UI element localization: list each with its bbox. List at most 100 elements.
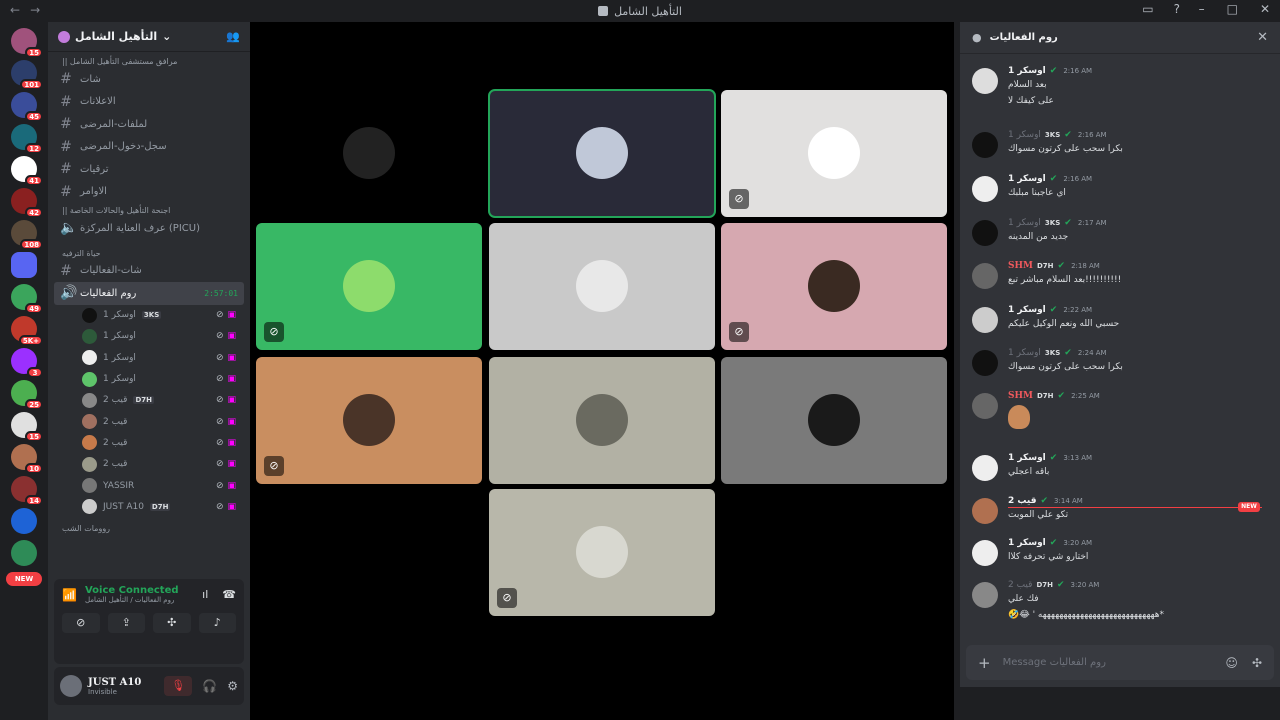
server-icon[interactable]: 5K+ — [11, 316, 43, 346]
screen-share-button[interactable]: ⇪ — [107, 613, 145, 633]
disconnect-icon[interactable]: ☎ — [222, 588, 236, 601]
server-icon[interactable]: 101 — [11, 60, 43, 90]
guild-header[interactable]: التأهيل الشامل ⌄ 👥 — [48, 22, 250, 52]
server-icon[interactable]: 108 — [11, 220, 43, 250]
category-header[interactable]: اجنحة التأهيل والحالات الخاصة || — [54, 203, 244, 217]
message-author[interactable]: اوسكر 1 — [1008, 453, 1046, 463]
server-icon[interactable]: 25 — [11, 380, 43, 410]
text-channel[interactable]: # ترقيات — [54, 158, 244, 181]
back-arrow-icon[interactable]: ← — [10, 3, 20, 17]
message-author[interactable]: SHM — [1008, 391, 1033, 401]
soundboard-button[interactable]: ♪ — [198, 613, 236, 633]
voice-participant[interactable]: JUST A10 D7H ⊘ ▣ — [54, 496, 244, 517]
voice-participant[interactable]: اوسكر 1 ⊘ ▣ — [54, 347, 244, 368]
voice-participant[interactable]: قيب 2 ⊘ ▣ — [54, 411, 244, 432]
server-icon[interactable]: 12 — [11, 124, 43, 154]
signal-icon[interactable]: 📶 — [62, 588, 77, 602]
avatar[interactable] — [60, 675, 82, 697]
message-author[interactable]: قيب 2 — [1008, 496, 1037, 506]
voice-participant[interactable]: اوسكر 1 ⊘ ▣ — [54, 368, 244, 389]
server-icon[interactable]: 41 — [11, 156, 43, 186]
message-author[interactable]: اوسكر 1 — [1008, 305, 1046, 315]
avatar[interactable] — [972, 68, 998, 94]
message-input[interactable]: Message روم الفعاليات — [1003, 657, 1106, 668]
participant-tile[interactable]: ⊘ — [256, 223, 482, 350]
server-icon[interactable]: 3 — [11, 348, 43, 378]
server-icon[interactable]: 14 — [11, 476, 43, 506]
server-icon[interactable] — [11, 252, 37, 278]
server-icon[interactable]: 15 — [11, 412, 43, 442]
participant-tile[interactable]: ⊘ — [256, 357, 482, 484]
message-author[interactable]: اوسكر 1 — [1008, 130, 1041, 140]
activities-button[interactable]: ✣ — [153, 613, 191, 633]
voice-participant[interactable]: قيب 2 ⊘ ▣ — [54, 454, 244, 475]
participant-tile[interactable] — [488, 89, 716, 218]
mute-mic-icon[interactable]: 🎙 — [164, 676, 193, 696]
message-author[interactable]: قيب 2 — [1008, 580, 1032, 590]
participant-tile[interactable] — [721, 357, 947, 484]
voice-participant[interactable]: YASSIR ⊘ ▣ — [54, 475, 244, 496]
avatar[interactable] — [972, 498, 998, 524]
message-author[interactable]: اوسكر 1 — [1008, 348, 1041, 358]
category-header[interactable]: مرافق مستشفى التأهيل الشامل || — [54, 54, 244, 68]
avatar[interactable] — [972, 263, 998, 289]
participant-tile[interactable]: ⊘ — [721, 90, 947, 217]
participant-tile[interactable] — [256, 90, 482, 217]
emoji-icon[interactable]: ☺ — [1225, 656, 1238, 670]
avatar[interactable] — [972, 393, 998, 419]
category-header[interactable]: روومات الشب — [54, 521, 244, 535]
participant-tile[interactable] — [489, 357, 715, 484]
message-author[interactable]: اوسكر 1 — [1008, 66, 1046, 76]
text-channel[interactable]: # الاوامر — [54, 181, 244, 204]
server-icon[interactable]: 42 — [11, 188, 43, 218]
apps-icon[interactable]: ✣ — [1252, 656, 1262, 670]
server-icon[interactable] — [11, 508, 37, 534]
avatar[interactable] — [972, 220, 998, 246]
message-author[interactable]: اوسكر 1 — [1008, 174, 1046, 184]
participant-tile[interactable] — [489, 223, 715, 350]
text-channel[interactable]: # شات-الفعاليات — [54, 260, 244, 283]
settings-gear-icon[interactable]: ⚙ — [227, 679, 238, 693]
text-channel[interactable]: # شات — [54, 68, 244, 91]
server-icon[interactable]: 10 — [11, 444, 43, 474]
participant-tile[interactable]: ⊘ — [489, 489, 715, 616]
add-member-icon[interactable]: 👥 — [226, 30, 240, 43]
voice-participant[interactable]: اوسكر 1 3KS ⊘ ▣ — [54, 305, 244, 326]
voice-channel-path[interactable]: روم الفعاليات / التأهيل الشامل — [85, 596, 179, 604]
text-channel[interactable]: # الاعلانات — [54, 91, 244, 114]
participant-tile[interactable]: ⊘ — [721, 223, 947, 350]
server-icon[interactable]: 15 — [11, 28, 43, 58]
noise-suppression-icon[interactable]: ıl — [202, 588, 208, 601]
forward-arrow-icon[interactable]: → — [30, 3, 40, 17]
voice-participant[interactable]: اوسكر 1 ⊘ ▣ — [54, 326, 244, 347]
server-icon[interactable] — [11, 540, 37, 566]
message-author[interactable]: اوسكر 1 — [1008, 218, 1041, 228]
message-author[interactable]: اوسكر 1 — [1008, 538, 1046, 548]
message-author[interactable]: SHM — [1008, 261, 1033, 271]
category-header[interactable]: حياة الترفيه — [54, 246, 244, 260]
avatar[interactable] — [972, 307, 998, 333]
camera-off-button[interactable]: ⊘ — [62, 613, 100, 633]
avatar[interactable] — [972, 350, 998, 376]
close-window-icon[interactable]: ✕ — [1260, 2, 1270, 16]
minimize-icon[interactable]: – — [1199, 2, 1205, 16]
close-icon[interactable]: ✕ — [1257, 30, 1268, 45]
voice-channel[interactable]: 🔈 عرف العناية المركزة (PICU) — [54, 217, 244, 240]
text-channel[interactable]: # سجل-دخول-المرضى — [54, 136, 244, 159]
add-attachment-icon[interactable]: + — [978, 654, 991, 672]
inbox-icon[interactable]: ▭ — [1142, 2, 1153, 16]
message-composer[interactable]: + Message روم الفعاليات ☺ ✣ — [966, 645, 1274, 680]
avatar[interactable] — [972, 132, 998, 158]
server-icon[interactable]: 49 — [11, 284, 43, 314]
avatar[interactable] — [972, 582, 998, 608]
help-icon[interactable]: ? — [1174, 2, 1180, 16]
avatar[interactable] — [972, 455, 998, 481]
voice-participant[interactable]: قيب 2 D7H ⊘ ▣ — [54, 390, 244, 411]
text-channel[interactable]: # لملفات-المرضى — [54, 113, 244, 136]
avatar[interactable] — [972, 176, 998, 202]
headphones-icon[interactable]: 🎧 — [202, 679, 217, 693]
avatar[interactable] — [972, 540, 998, 566]
maximize-icon[interactable]: □ — [1227, 2, 1238, 16]
new-servers-pill[interactable]: NEW — [6, 572, 42, 586]
voice-participant[interactable]: قيب 2 ⊘ ▣ — [54, 432, 244, 453]
